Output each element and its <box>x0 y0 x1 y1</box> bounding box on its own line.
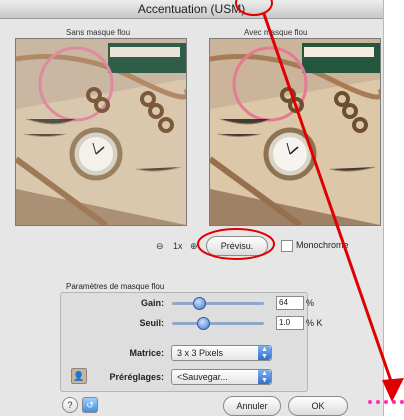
page-marker <box>368 400 404 420</box>
annotation-arrow-head <box>382 378 404 402</box>
annotation-arrow-line <box>262 13 394 385</box>
annotation-title-circle <box>235 0 273 16</box>
annotation-preview-circle <box>197 228 275 260</box>
annotation-overlay <box>197 0 404 402</box>
